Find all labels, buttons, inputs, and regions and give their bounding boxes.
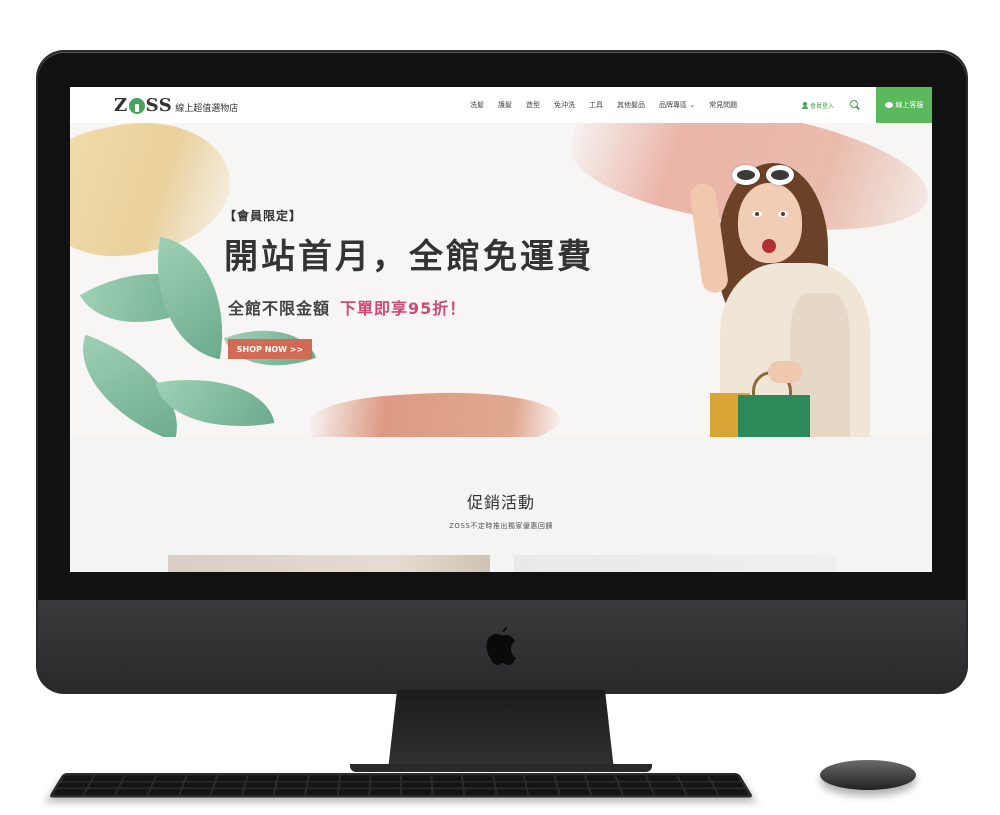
imac-mockup: ZSS 線上超值選物店 洗髮 護髮 造型 免沖洗 工具 其他髮品 品牌專區 常見… (0, 0, 1000, 815)
shopping-bag-green (738, 395, 810, 437)
promo-card[interactable] (514, 555, 836, 572)
promo-title: 促銷活動 (466, 493, 535, 512)
promo-section: 促銷活動 ZOSS不定時推出獨家優惠回饋 (70, 437, 932, 572)
eye-shape (752, 211, 762, 217)
shop-now-button[interactable]: SHOP NOW >> (228, 339, 312, 359)
logo-subtitle: 線上超值選物店 (175, 104, 239, 114)
hero-model-photo (640, 143, 910, 437)
user-icon (802, 102, 808, 109)
member-login-link[interactable]: 會員登入 (802, 101, 834, 110)
logo-wordmark: Z SS (114, 95, 173, 116)
hand-shape (768, 361, 802, 383)
sunglasses-icon (732, 165, 802, 187)
mouth-shape (762, 239, 776, 253)
hero-subline-accent: 下單即享95折！ (340, 299, 467, 318)
promo-subtitle: ZOSS不定時推出獨家優惠回饋 (449, 522, 553, 530)
hero-tag: 【會員限定】 (224, 209, 303, 223)
browser-screen: ZSS 線上超值選物店 洗髮 護髮 造型 免沖洗 工具 其他髮品 品牌專區 常見… (70, 87, 932, 572)
site-logo[interactable]: Z SS 線上超值選物店 (114, 95, 238, 116)
gold-brush-decoration (70, 123, 242, 272)
customer-service-button[interactable]: 線上客服 (876, 87, 932, 123)
menu-item-other[interactable]: 其他髮品 (617, 100, 645, 110)
customer-service-label: 線上客服 (895, 101, 924, 109)
keyboard (48, 772, 754, 798)
menu-item-shampoo[interactable]: 洗髮 (470, 100, 484, 110)
hero-banner: 【會員限定】 開站首月，全館免運費 全館不限金額 下單即享95折！ SHOP NO… (70, 123, 932, 437)
hero-subline: 全館不限金額 下單即享95折！ (228, 295, 466, 319)
main-menu: 洗髮 護髮 造型 免沖洗 工具 其他髮品 品牌專區 常見問題 (470, 87, 737, 123)
promo-card[interactable] (168, 555, 490, 572)
menu-item-brands[interactable]: 品牌專區 (659, 100, 695, 110)
eye-shape (778, 211, 788, 217)
site-header: ZSS 線上超值選物店 洗髮 護髮 造型 免沖洗 工具 其他髮品 品牌專區 常見… (70, 87, 932, 123)
logo-o-icon (128, 98, 145, 114)
menu-item-tools[interactable]: 工具 (589, 100, 603, 110)
menu-item-faq[interactable]: 常見問題 (709, 100, 737, 110)
menu-item-styling[interactable]: 造型 (526, 100, 540, 110)
search-icon[interactable] (850, 100, 858, 108)
chat-bubble-icon (884, 102, 893, 108)
menu-item-conditioner[interactable]: 護髮 (498, 100, 512, 110)
hero-headline: 開站首月，全館免運費 (224, 237, 594, 277)
pink-brush-decoration-bottom (308, 386, 562, 437)
menu-item-leave-in[interactable]: 免沖洗 (554, 100, 575, 110)
imac-stand (388, 690, 614, 770)
apple-logo-icon (486, 626, 516, 665)
hero-subline-main: 全館不限金額 (228, 299, 331, 318)
mouse (820, 760, 916, 790)
imac-stand-base (350, 764, 652, 772)
member-login-label: 會員登入 (810, 103, 835, 110)
